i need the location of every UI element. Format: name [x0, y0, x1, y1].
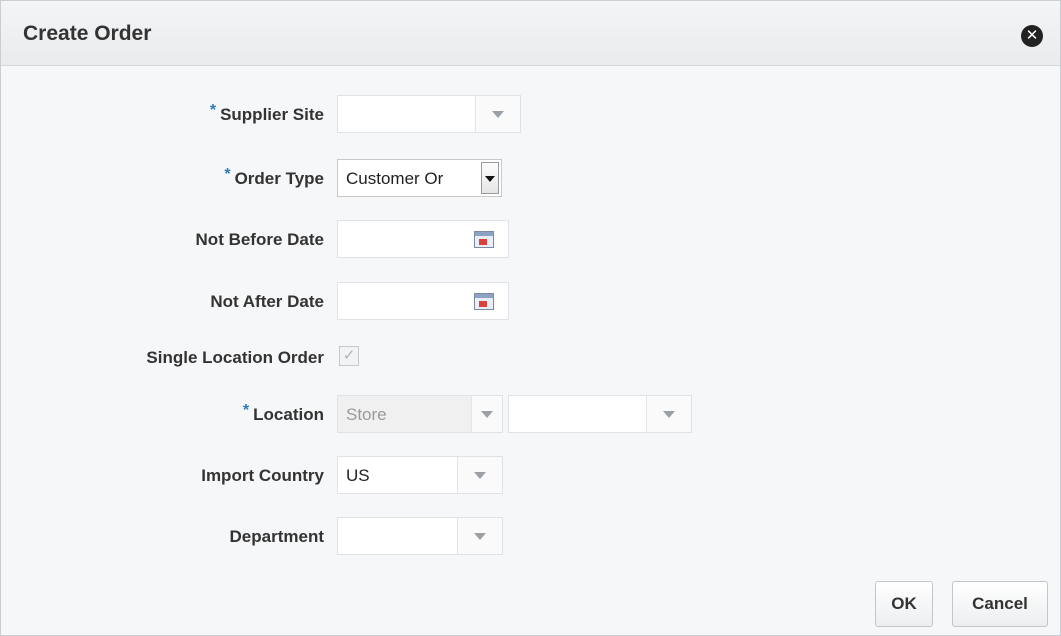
order-type-select[interactable]: Customer Or [337, 159, 502, 197]
department-combobox[interactable] [337, 517, 503, 555]
not-before-date-row: Not Before Date [1, 220, 1060, 260]
ok-button[interactable]: OK [875, 581, 933, 627]
location-type-value: Store [346, 405, 387, 424]
import-country-row: Import Country US [1, 456, 1060, 496]
single-location-order-row: Single Location Order ✓ [1, 338, 1060, 378]
supplier-site-dropdown-button[interactable] [475, 96, 520, 132]
dialog-header: Create Order ✕ [1, 1, 1060, 66]
import-country-label: Import Country [201, 466, 324, 485]
location-label: * Location [242, 402, 324, 424]
location-type-combobox[interactable]: Store [337, 395, 503, 433]
dialog-title: Create Order [23, 22, 152, 45]
department-dropdown-button[interactable] [457, 518, 502, 554]
supplier-site-combobox[interactable] [337, 95, 521, 133]
calendar-icon[interactable] [474, 231, 494, 248]
single-location-order-checkbox[interactable]: ✓ [339, 346, 359, 366]
location-row: * Location Store [1, 395, 1060, 435]
chevron-down-icon [474, 472, 486, 479]
required-marker: * [224, 166, 231, 183]
chevron-down-icon [485, 176, 495, 182]
not-after-date-input[interactable] [337, 282, 509, 320]
not-before-date-label: Not Before Date [195, 230, 324, 249]
supplier-site-label: * Supplier Site [209, 102, 324, 124]
import-country-value: US [346, 466, 370, 485]
location-type-dropdown-button[interactable] [471, 396, 502, 432]
chevron-down-icon [492, 111, 504, 118]
close-icon[interactable]: ✕ [1021, 25, 1043, 47]
chevron-down-icon [481, 411, 493, 418]
calendar-icon[interactable] [474, 293, 494, 310]
import-country-combobox[interactable]: US [337, 456, 503, 494]
single-location-order-label: Single Location Order [146, 348, 324, 367]
chevron-down-icon [474, 533, 486, 540]
required-marker: * [209, 102, 217, 119]
not-after-date-row: Not After Date [1, 282, 1060, 322]
not-before-date-input[interactable] [337, 220, 509, 258]
import-country-dropdown-button[interactable] [457, 457, 502, 493]
order-type-dropdown-button[interactable] [481, 162, 499, 194]
order-type-value: Customer Or [346, 169, 444, 188]
chevron-down-icon [663, 411, 675, 418]
supplier-site-row: * Supplier Site [1, 95, 1060, 135]
required-marker: * [242, 402, 250, 419]
order-type-row: * Order Type Customer Or [1, 159, 1060, 199]
not-after-date-label: Not After Date [210, 292, 324, 311]
location-combobox[interactable] [508, 395, 692, 433]
create-order-dialog: Create Order ✕ * Supplier Site * Order Typ… [0, 0, 1061, 636]
location-dropdown-button[interactable] [646, 396, 691, 432]
department-row: Department [1, 517, 1060, 557]
cancel-button[interactable]: Cancel [952, 581, 1048, 627]
order-type-label: * Order Type [224, 166, 324, 188]
department-label: Department [229, 527, 324, 546]
